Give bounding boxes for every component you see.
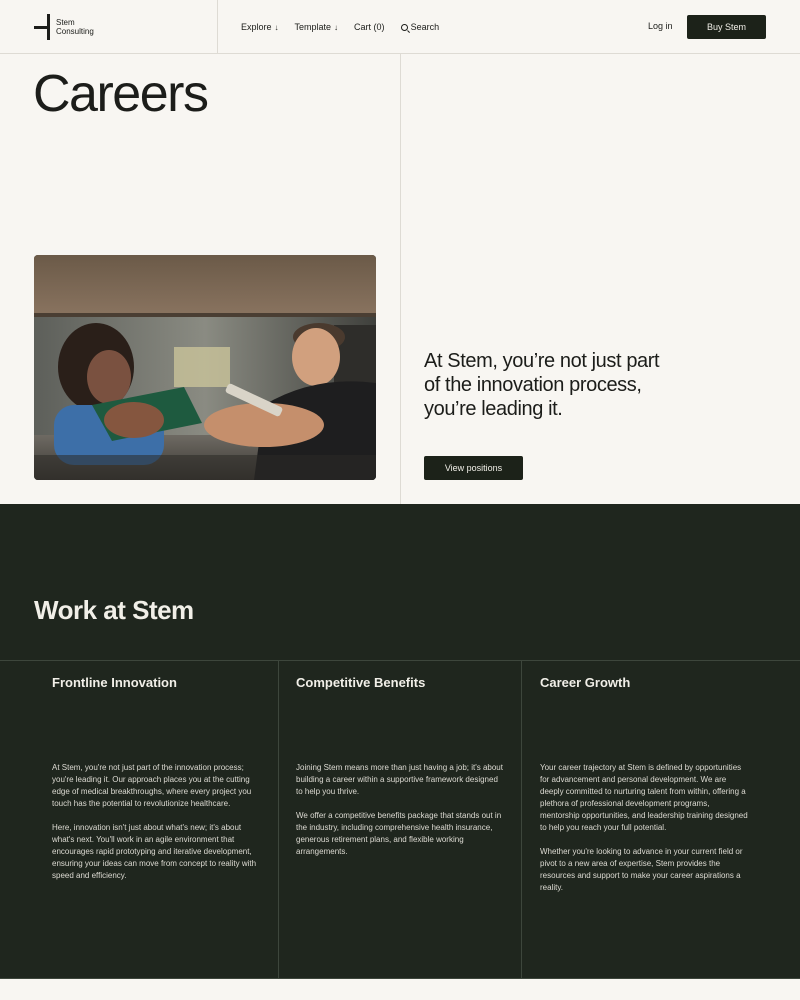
view-positions-button[interactable]: View positions	[424, 456, 523, 480]
column-title: Frontline Innovation	[52, 675, 177, 690]
site-header: Stem Consulting Explore ↓ Template ↓ Car…	[0, 0, 800, 54]
hero-tagline: At Stem, you’re not just part of the inn…	[424, 350, 660, 420]
nav-explore[interactable]: Explore ↓	[241, 22, 279, 32]
stem-logo-icon	[34, 14, 52, 40]
buy-stem-button[interactable]: Buy Stem	[687, 15, 766, 39]
logo[interactable]: Stem Consulting	[34, 14, 214, 40]
logo-line-1: Stem	[56, 18, 75, 27]
nav-template-label: Template	[294, 22, 332, 32]
column-competitive-benefits: Competitive Benefits Joining Stem means …	[296, 661, 516, 978]
column-paragraph: Your career trajectory at Stem is define…	[540, 763, 748, 832]
arrow-down-icon: ↓	[274, 22, 279, 32]
hero-section: Careers At Stem, you’re not just part of…	[0, 54, 800, 504]
nav-cart-label: Cart (0)	[354, 22, 385, 32]
nav-explore-label: Explore	[241, 22, 272, 32]
buy-stem-label: Buy Stem	[706, 22, 746, 32]
column-paragraph: Whether you're looking to advance in you…	[540, 847, 743, 892]
nav-template[interactable]: Template ↓	[295, 22, 339, 32]
view-positions-label: View positions	[444, 463, 503, 473]
nav-search-label: Search	[410, 22, 440, 32]
column-divider	[521, 661, 522, 978]
column-title: Competitive Benefits	[296, 675, 426, 690]
work-at-stem-section: Work at Stem Frontline Innovation At Ste…	[0, 504, 800, 978]
header-divider	[217, 0, 218, 54]
column-career-growth: Career Growth Your career trajectory at …	[540, 661, 760, 978]
search-icon	[400, 23, 408, 31]
team-photo	[34, 255, 376, 480]
column-divider	[278, 661, 279, 978]
arrow-down-icon: ↓	[334, 22, 339, 32]
footer-strip	[0, 978, 800, 1000]
nav-cart[interactable]: Cart (0)	[354, 22, 385, 32]
column-body: At Stem, you're not just part of the inn…	[52, 762, 260, 882]
section-title: Work at Stem	[34, 595, 194, 625]
column-paragraph: Joining Stem means more than just having…	[296, 763, 503, 796]
page-title: Careers	[33, 65, 209, 123]
column-frontline-innovation: Frontline Innovation At Stem, you're not…	[52, 661, 272, 978]
column-title: Career Growth	[540, 675, 631, 690]
nav-search[interactable]: Search	[400, 22, 440, 32]
column-paragraph: We offer a competitive benefits package …	[296, 811, 502, 856]
column-body: Joining Stem means more than just having…	[296, 762, 504, 858]
column-paragraph: Here, innovation isn't just about what's…	[52, 823, 257, 880]
main-nav: Explore ↓ Template ↓ Cart (0) Search	[241, 0, 455, 54]
column-body: Your career trajectory at Stem is define…	[540, 762, 748, 894]
column-paragraph: At Stem, you're not just part of the inn…	[52, 763, 252, 808]
login-link[interactable]: Log in	[648, 21, 673, 31]
hero-divider	[400, 54, 401, 504]
logo-text: Stem Consulting	[56, 18, 94, 36]
logo-line-2: Consulting	[56, 27, 94, 36]
